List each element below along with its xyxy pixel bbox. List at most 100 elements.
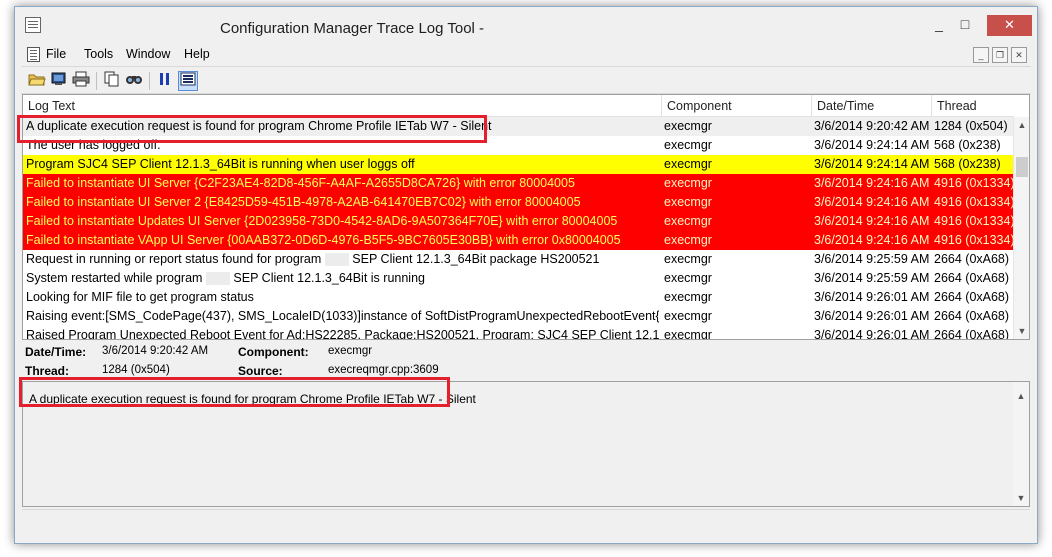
toolbar-separator xyxy=(96,72,97,90)
log-component: execmgr xyxy=(664,328,712,340)
scroll-down-icon[interactable]: ▼ xyxy=(1014,323,1029,339)
component-value: execmgr xyxy=(328,345,373,357)
log-row[interactable]: Failed to instantiate UI Server 2 {E8425… xyxy=(23,193,1014,212)
scroll-up-icon[interactable]: ▲ xyxy=(1014,117,1029,133)
log-datetime: 3/6/2014 9:24:16 AM xyxy=(814,233,930,247)
log-datetime: 3/6/2014 9:24:14 AM xyxy=(814,138,930,152)
title-bar[interactable]: Configuration Manager Trace Log Tool - _… xyxy=(15,7,1037,39)
log-thread: 4916 (0x1334) xyxy=(934,176,1014,190)
menu-bar: File Tools Window Help _ ❐ ✕ xyxy=(21,44,1031,64)
log-row[interactable]: Request in running or report status foun… xyxy=(23,250,1014,269)
datetime-label: Date/Time: xyxy=(25,345,87,359)
log-scrollbar[interactable]: ▲ ▼ xyxy=(1013,117,1029,339)
log-component: execmgr xyxy=(664,195,712,209)
column-datetime[interactable]: Date/Time xyxy=(811,95,931,117)
mdi-minimize-button[interactable]: _ xyxy=(973,47,989,63)
log-text: System restarted while program SEP Clien… xyxy=(26,269,659,288)
log-list[interactable]: Log Text Component Date/Time Thread A du… xyxy=(22,94,1030,340)
open-folder-icon[interactable] xyxy=(27,71,47,91)
redacted-block xyxy=(324,253,349,267)
log-component: execmgr xyxy=(664,138,712,152)
pause-icon[interactable] xyxy=(155,71,175,91)
log-row[interactable]: The user has logged off. execmgr 3/6/201… xyxy=(23,136,1014,155)
log-row[interactable]: Raising event:[SMS_CodePage(437), SMS_Lo… xyxy=(23,307,1014,326)
log-thread: 2664 (0xA68) xyxy=(934,252,1010,266)
thread-label: Thread: xyxy=(25,364,70,378)
log-text: Looking for MIF file to get program stat… xyxy=(26,290,254,304)
log-row[interactable]: Looking for MIF file to get program stat… xyxy=(23,288,1014,307)
log-thread: 2664 (0xA68) xyxy=(934,328,1010,340)
log-component: execmgr xyxy=(664,290,712,304)
log-datetime: 3/6/2014 9:26:01 AM xyxy=(814,328,930,340)
mdi-restore-button[interactable]: ❐ xyxy=(992,47,1008,63)
datetime-value: 3/6/2014 9:20:42 AM xyxy=(102,345,209,357)
log-text: Failed to instantiate Updates UI Server … xyxy=(26,214,618,228)
log-thread: 1284 (0x504) xyxy=(934,119,1008,133)
log-row[interactable]: Failed to instantiate UI Server {C2F23AE… xyxy=(23,174,1014,193)
log-text-part: SEP Client 12.1.3_64Bit is running xyxy=(233,271,425,285)
log-text-part: System restarted while program xyxy=(26,271,203,285)
log-component: execmgr xyxy=(664,233,712,247)
log-datetime: 3/6/2014 9:24:14 AM xyxy=(814,157,930,171)
column-thread[interactable]: Thread xyxy=(931,95,1014,117)
close-button[interactable]: ✕ xyxy=(987,15,1032,36)
redacted-block xyxy=(205,272,230,286)
log-thread: 2664 (0xA68) xyxy=(934,271,1010,285)
component-label: Component: xyxy=(238,345,309,359)
maximize-button[interactable]: □ xyxy=(952,15,978,36)
print-preview-icon[interactable] xyxy=(49,71,69,91)
log-text: Raising event:[SMS_CodePage(437), SMS_Lo… xyxy=(26,309,659,323)
log-row[interactable]: Raised Program Unexpected Reboot Event f… xyxy=(23,326,1014,340)
log-datetime: 3/6/2014 9:25:59 AM xyxy=(814,271,930,285)
print-icon[interactable] xyxy=(71,71,91,91)
column-header: Log Text Component Date/Time Thread xyxy=(23,95,1014,117)
app-window: Configuration Manager Trace Log Tool - _… xyxy=(14,6,1038,544)
mdi-close-button[interactable]: ✕ xyxy=(1011,47,1027,63)
log-text: A duplicate execution request is found f… xyxy=(26,119,492,133)
log-component: execmgr xyxy=(664,309,712,323)
log-thread: 2664 (0xA68) xyxy=(934,309,1010,323)
log-datetime: 3/6/2014 9:24:16 AM xyxy=(814,176,930,190)
log-text: Failed to instantiate UI Server {C2F23AE… xyxy=(26,176,575,190)
log-text: Raised Program Unexpected Reboot Event f… xyxy=(26,328,659,340)
log-rows: A duplicate execution request is found f… xyxy=(23,117,1014,340)
log-row[interactable]: Program SJC4 SEP Client 12.1.3_64Bit is … xyxy=(23,155,1014,174)
column-component[interactable]: Component xyxy=(661,95,811,117)
log-row[interactable]: Failed to instantiate Updates UI Server … xyxy=(23,212,1014,231)
toolbar xyxy=(21,66,1031,94)
source-value: execreqmgr.cpp:3609 xyxy=(328,364,439,376)
find-icon[interactable] xyxy=(124,71,144,91)
log-component: execmgr xyxy=(664,119,712,133)
log-text-part: SEP Client 12.1.3_64Bit package HS200521 xyxy=(352,252,600,266)
scroll-down-icon[interactable]: ▼ xyxy=(1013,490,1029,506)
log-text: Failed to instantiate UI Server 2 {E8425… xyxy=(26,195,581,209)
menu-help[interactable]: Help xyxy=(184,47,210,61)
menu-tools[interactable]: Tools xyxy=(84,47,113,61)
log-text: Request in running or report status foun… xyxy=(26,250,659,269)
message-pane[interactable]: A duplicate execution request is found f… xyxy=(22,381,1030,507)
scroll-thumb[interactable] xyxy=(1016,157,1028,177)
log-row[interactable]: Failed to instantiate VApp UI Server {00… xyxy=(23,231,1014,250)
log-component: execmgr xyxy=(664,157,712,171)
log-component: execmgr xyxy=(664,271,712,285)
details-panel: Date/Time: 3/6/2014 9:20:42 AM Component… xyxy=(22,343,1030,381)
message-scrollbar[interactable]: ▲ ▼ xyxy=(1013,382,1029,506)
highlight-icon[interactable] xyxy=(178,71,198,91)
log-text: The user has logged off. xyxy=(26,138,161,152)
scroll-up-icon[interactable]: ▲ xyxy=(1013,388,1029,404)
log-thread: 4916 (0x1334) xyxy=(934,214,1014,228)
log-text-part: Request in running or report status foun… xyxy=(26,252,322,266)
window-title: Configuration Manager Trace Log Tool - xyxy=(220,20,485,37)
menu-file[interactable]: File xyxy=(46,47,66,61)
message-text: A duplicate execution request is found f… xyxy=(29,392,476,406)
status-bar xyxy=(22,509,1030,533)
minimize-button[interactable]: _ xyxy=(926,15,952,36)
log-row[interactable]: A duplicate execution request is found f… xyxy=(23,117,1014,136)
log-row[interactable]: System restarted while program SEP Clien… xyxy=(23,269,1014,288)
log-thread: 568 (0x238) xyxy=(934,138,1001,152)
menu-window[interactable]: Window xyxy=(126,47,170,61)
copy-icon[interactable] xyxy=(102,71,122,91)
log-datetime: 3/6/2014 9:24:16 AM xyxy=(814,195,930,209)
document-icon[interactable] xyxy=(27,47,40,62)
column-log-text[interactable]: Log Text xyxy=(23,95,661,117)
